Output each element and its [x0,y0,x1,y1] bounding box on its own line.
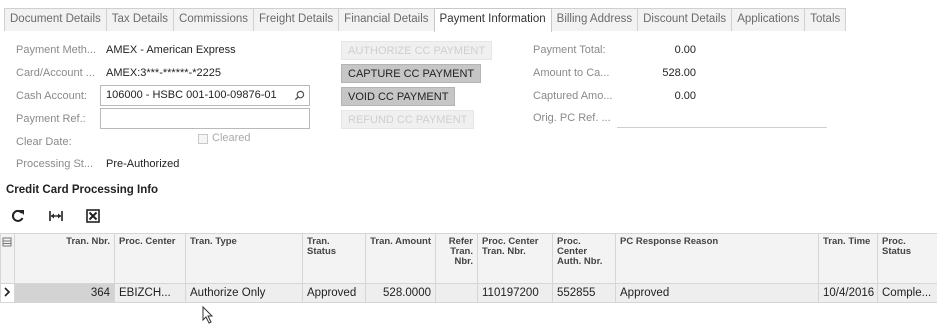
col-tran-time[interactable]: Tran. Time [818,233,878,284]
col-proc-status[interactable]: Proc. Status [877,233,937,284]
refund-cc-payment-button[interactable]: REFUND CC PAYMENT [341,110,475,129]
void-cc-payment-button[interactable]: VOID CC PAYMENT [341,87,456,106]
cc-processing-grid: Tran. Nbr. Proc. Center Tran. Type Tran.… [0,233,937,303]
authorize-cc-payment-button[interactable]: AUTHORIZE CC PAYMENT [341,41,493,60]
chevron-right-icon [4,286,11,297]
refresh-icon[interactable] [10,208,26,224]
cleared-checkbox[interactable] [198,134,208,144]
clear-date-label: Clear Date: [16,136,72,148]
cell-proc-status[interactable]: Comple... [877,283,937,303]
col-proc-center-auth-nbr[interactable]: Proc. Center Auth. Nbr. [552,233,616,284]
col-pc-response-reason[interactable]: PC Response Reason [615,233,819,284]
payment-ref-input[interactable] [100,108,310,129]
cash-account-field[interactable]: 106000 - HSBC 001-100-09876-01 [100,85,310,106]
amount-to-capture-value: 528.00 [662,67,696,79]
cell-proc-center-tran-nbr[interactable]: 110197200 [477,283,553,303]
cell-tran-nbr[interactable]: 364 [14,283,115,303]
mouse-cursor-icon [202,306,214,324]
cash-account-value: 106000 - HSBC 001-100-09876-01 [106,89,277,101]
processing-status-label: Processing St... [16,158,94,170]
cash-account-label: Cash Account: [16,90,87,102]
tab-payment-information[interactable]: Payment Information [433,8,552,32]
cell-refer-tran-nbr[interactable] [435,283,478,303]
processing-status-value: Pre-Authorized [106,158,180,170]
captured-amount-value: 0.00 [674,90,696,102]
row-selector-header[interactable] [0,233,15,284]
orig-pc-ref-field[interactable] [617,127,827,128]
captured-amount-label: Captured Amo... [533,90,613,102]
col-tran-status[interactable]: Tran. Status [302,233,366,284]
col-tran-type[interactable]: Tran. Type [185,233,303,284]
col-refer-tran-nbr[interactable]: Refer Tran. Nbr. [435,233,478,284]
search-icon[interactable] [294,90,305,101]
export-excel-icon[interactable] [85,208,101,224]
amount-to-capture-label: Amount to Ca... [533,67,610,79]
cell-tran-type[interactable]: Authorize Only [185,283,303,303]
payment-total-label: Payment Total: [533,44,606,56]
col-tran-amount[interactable]: Tran. Amount [365,233,436,284]
capture-cc-payment-button[interactable]: CAPTURE CC PAYMENT [341,64,482,83]
col-proc-center-tran-nbr[interactable]: Proc. Center Tran. Nbr. [477,233,553,284]
row-indicator[interactable] [0,283,15,303]
col-proc-center[interactable]: Proc. Center [114,233,186,284]
fit-columns-icon[interactable] [48,208,64,224]
grid-header-row: Tran. Nbr. Proc. Center Tran. Type Tran.… [0,233,937,284]
payment-ref-label: Payment Ref.: [16,113,86,125]
cell-pc-response-reason[interactable]: Approved [615,283,819,303]
col-tran-nbr[interactable]: Tran. Nbr. [14,233,115,284]
payment-method-value[interactable]: AMEX - American Express [106,44,236,56]
payment-total-value: 0.00 [674,44,696,56]
cell-proc-center[interactable]: EBIZCH... [114,283,186,303]
cell-tran-amount[interactable]: 528.0000 [365,283,436,303]
card-account-label: Card/Account ... [16,67,95,79]
cell-tran-status[interactable]: Approved [302,283,366,303]
table-row[interactable]: 364 EBIZCH... Authorize Only Approved 52… [0,283,937,303]
cell-proc-center-auth-nbr[interactable]: 552855 [552,283,616,303]
orig-pc-ref-label: Orig. PC Ref. ... [533,112,611,124]
payment-method-label: Payment Meth... [16,44,97,56]
cell-tran-time[interactable]: 10/4/2016 [818,283,878,303]
grid-menu-icon[interactable] [2,237,12,247]
cleared-label: Cleared [212,132,251,144]
section-title: Credit Card Processing Info [6,184,159,196]
card-account-value[interactable]: AMEX:3***-******-*2225 [106,67,221,79]
